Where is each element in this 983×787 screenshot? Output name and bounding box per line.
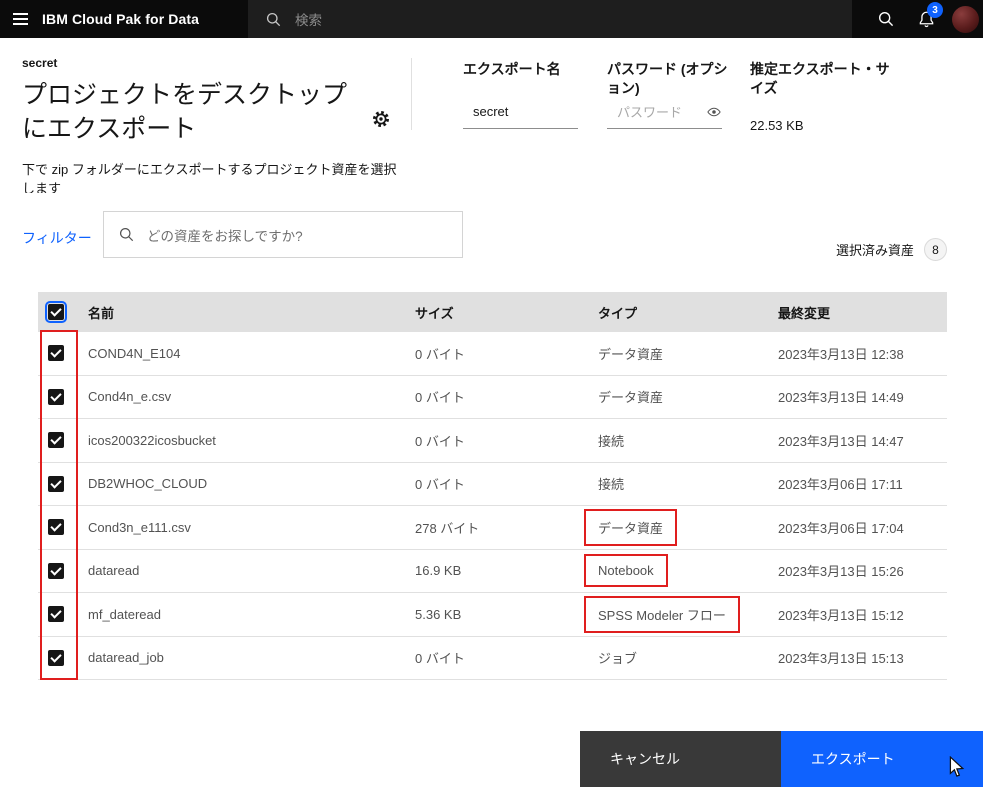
select-all-checkbox[interactable] <box>45 301 67 323</box>
column-header-name[interactable]: 名前 <box>88 303 415 322</box>
search-icon <box>878 11 894 27</box>
table-header-row: 名前 サイズ タイプ 最終変更 <box>38 292 947 332</box>
asset-name: dataread <box>88 563 140 579</box>
search-icon <box>119 227 134 242</box>
assets-table: 名前 サイズ タイプ 最終変更 COND4N_E104 0 バイト データ資産 … <box>38 292 947 680</box>
row-checkbox[interactable] <box>48 432 64 449</box>
table-row[interactable]: dataread 16.9 KB Notebook 2023年3月13日 15:… <box>38 549 947 593</box>
avatar[interactable] <box>952 5 979 33</box>
notifications-button[interactable]: 3 <box>908 0 944 38</box>
row-checkbox[interactable] <box>48 519 64 536</box>
asset-type: 接続 <box>598 477 625 493</box>
asset-size: 0 バイト <box>415 651 465 667</box>
table-body: COND4N_E104 0 バイト データ資産 2023年3月13日 12:38… <box>38 332 947 680</box>
asset-size: 278 バイト <box>415 520 480 536</box>
asset-name: Cond4n_e.csv <box>88 389 172 405</box>
asset-modified: 2023年3月13日 14:47 <box>778 433 904 449</box>
export-name-label: エクスポート名 <box>463 61 561 77</box>
asset-type: 接続 <box>598 433 625 449</box>
search-button[interactable] <box>868 0 904 38</box>
page-subtitle: 下で zip フォルダーにエクスポートするプロジェクト資産を選択します <box>22 162 397 193</box>
password-underline <box>607 128 722 129</box>
asset-type: Notebook <box>584 554 668 588</box>
table-row[interactable]: dataread_job 0 バイト ジョブ 2023年3月13日 15:13 <box>38 636 947 680</box>
row-checkbox[interactable] <box>48 562 64 579</box>
password-input[interactable]: パスワード <box>617 102 682 121</box>
asset-type: ジョブ <box>598 651 638 667</box>
topbar-actions: 3 <box>868 0 979 38</box>
row-checkbox[interactable] <box>48 475 64 492</box>
asset-name: mf_dateread <box>88 606 161 622</box>
global-search-field[interactable]: 検索 <box>248 0 852 38</box>
asset-modified: 2023年3月13日 15:12 <box>778 607 904 623</box>
row-checkbox[interactable] <box>48 388 64 405</box>
asset-name: COND4N_E104 <box>88 345 181 361</box>
export-button[interactable]: エクスポート <box>781 731 983 787</box>
asset-type: データ資産 <box>598 390 664 406</box>
selected-assets-label: 選択済み資産 <box>835 243 914 258</box>
asset-size: 0 バイト <box>415 390 465 406</box>
asset-modified: 2023年3月06日 17:11 <box>778 477 903 493</box>
filter-link[interactable]: フィルター <box>22 228 92 248</box>
asset-type: データ資産 <box>584 508 678 546</box>
asset-size: 0 バイト <box>415 346 465 362</box>
table-row[interactable]: DB2WHOC_CLOUD 0 バイト 接続 2023年3月06日 17:11 <box>38 462 947 506</box>
estimated-size-field: 推定エクスポート・サイズ 22.53 KB <box>750 60 890 133</box>
page-title: プロジェクトをデスクトップにエクスポート <box>22 81 348 143</box>
table-row[interactable]: COND4N_E104 0 バイト データ資産 2023年3月13日 12:38 <box>38 332 947 376</box>
estimated-size-label: 推定エクスポート・サイズ <box>750 61 890 96</box>
export-name-underline <box>463 128 578 129</box>
asset-size: 16.9 KB <box>415 563 462 579</box>
asset-name: DB2WHOC_CLOUD <box>88 476 208 492</box>
asset-size: 0 バイト <box>415 433 465 449</box>
asset-modified: 2023年3月13日 12:38 <box>778 346 904 362</box>
asset-size: 5.36 KB <box>415 606 462 622</box>
asset-name: Cond3n_e111.csv <box>88 519 191 535</box>
export-name-field: エクスポート名 secret <box>463 60 588 129</box>
topbar: IBM Cloud Pak for Data 検索 3 <box>0 0 983 38</box>
column-header-modified[interactable]: 最終変更 <box>778 303 947 322</box>
header-divider <box>411 58 412 130</box>
hamburger-icon <box>12 13 28 25</box>
notification-badge: 3 <box>927 2 943 18</box>
password-label: パスワード (オプション) <box>607 61 728 96</box>
search-icon <box>266 12 281 27</box>
asset-modified: 2023年3月13日 15:26 <box>778 564 904 580</box>
cancel-button[interactable]: キャンセル <box>580 731 781 787</box>
row-checkbox[interactable] <box>48 345 64 362</box>
asset-name: dataread_job <box>88 650 164 666</box>
asset-modified: 2023年3月13日 14:49 <box>778 390 904 406</box>
table-row[interactable]: mf_dateread 5.36 KB SPSS Modeler フロー 202… <box>38 593 947 637</box>
asset-modified: 2023年3月13日 15:13 <box>778 651 904 667</box>
global-search-placeholder: 検索 <box>295 13 322 28</box>
password-field: パスワード (オプション) パスワード <box>607 60 731 129</box>
asset-modified: 2023年3月06日 17:04 <box>778 520 904 536</box>
asset-name: icos200322icosbucket <box>88 432 216 448</box>
asset-size: 0 バイト <box>415 477 465 493</box>
eye-icon[interactable] <box>707 105 721 119</box>
app-title[interactable]: IBM Cloud Pak for Data <box>42 0 199 38</box>
column-header-size[interactable]: サイズ <box>415 303 598 322</box>
row-checkbox[interactable] <box>48 649 64 666</box>
table-row[interactable]: Cond4n_e.csv 0 バイト データ資産 2023年3月13日 14:4… <box>38 375 947 419</box>
asset-search-field[interactable]: どの資産をお探しですか? <box>103 211 463 258</box>
selected-assets-count-badge: 8 <box>924 238 947 261</box>
column-header-type[interactable]: タイプ <box>598 303 778 322</box>
estimated-size-value: 22.53 KB <box>750 118 804 133</box>
row-checkbox[interactable] <box>48 606 64 623</box>
gear-icon[interactable] <box>371 109 391 129</box>
asset-type: データ資産 <box>598 346 664 362</box>
export-name-input[interactable]: secret <box>473 104 508 119</box>
export-project-page: IBM Cloud Pak for Data 検索 3 secret プロジェク… <box>0 0 983 787</box>
asset-type: SPSS Modeler フロー <box>584 595 740 633</box>
table-row[interactable]: icos200322icosbucket 0 バイト 接続 2023年3月13日… <box>38 419 947 463</box>
asset-search-placeholder: どの資産をお探しですか? <box>147 228 303 244</box>
table-row[interactable]: Cond3n_e111.csv 278 バイト データ資産 2023年3月06日… <box>38 506 947 550</box>
menu-button[interactable] <box>0 0 40 38</box>
project-name-breadcrumb[interactable]: secret <box>22 56 57 70</box>
selected-assets: 選択済み資産 8 <box>836 238 947 261</box>
